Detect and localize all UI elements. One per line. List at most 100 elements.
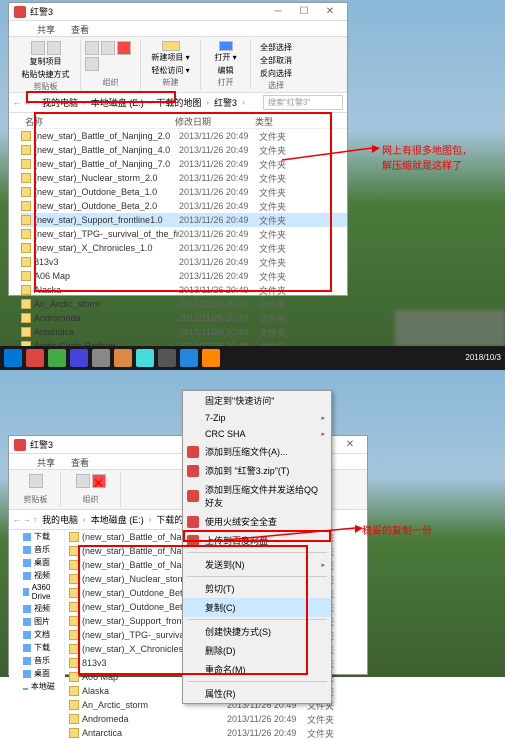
annotation-arrow-bottom	[225, 525, 365, 550]
menu-separator	[187, 619, 327, 620]
deselect-all[interactable]: 全部取消	[256, 54, 296, 67]
menu-item[interactable]: 删除(D)	[183, 641, 331, 660]
file-name: Andromeda	[34, 313, 179, 323]
file-row[interactable]: A06 Map2013/11/26 20:49文件夹	[21, 269, 347, 283]
search-input[interactable]: 搜索"红警3"	[263, 95, 343, 110]
edit-btn[interactable]: 编辑	[214, 64, 238, 77]
file-row[interactable]: Alaska2013/11/26 20:49文件夹	[21, 283, 347, 297]
file-row[interactable]: Antarctica2013/11/26 20:49文件夹	[69, 726, 367, 740]
up-icon[interactable]: ↑	[33, 98, 37, 107]
rename-icon[interactable]	[85, 57, 99, 71]
back-icon[interactable]: ←	[13, 98, 21, 107]
titlebar[interactable]: 红警3 ─ ☐ ✕	[9, 3, 347, 21]
file-row[interactable]: (new_star)_Outdone_Beta_1.02013/11/26 20…	[21, 185, 347, 199]
sidebar-item[interactable]: 音乐	[9, 543, 64, 556]
breadcrumb[interactable]: ← → ↑ 我的电脑› 本地磁盘 (E:)› 下载的地图› 红警3› 搜索"红警…	[9, 93, 347, 113]
file-row[interactable]: Antarctica2013/11/26 20:49文件夹	[21, 325, 347, 339]
menu-item[interactable]: 属性(R)	[183, 684, 331, 703]
move-icon[interactable]	[85, 41, 99, 55]
sidebar-item[interactable]: 桌面	[9, 667, 64, 680]
tb-app7[interactable]	[158, 349, 176, 367]
copy-icon[interactable]	[31, 41, 45, 55]
menu-item[interactable]: 复制(C)	[183, 598, 331, 617]
start-icon[interactable]	[4, 349, 22, 367]
menu-item[interactable]: 添加到压缩文件(A)...	[183, 442, 331, 461]
select-all[interactable]: 全部选择	[256, 41, 296, 54]
tb-app9[interactable]	[202, 349, 220, 367]
bc-folder1[interactable]: 下载的地图	[153, 95, 204, 110]
tb-app1[interactable]	[26, 349, 44, 367]
file-row[interactable]: An_Arctic_storm2013/11/26 20:49文件夹	[21, 297, 347, 311]
hdr-date[interactable]: 修改日期	[171, 113, 251, 128]
hdr-name[interactable]: 名称	[21, 113, 171, 128]
close-button[interactable]: ✕	[318, 5, 342, 19]
bc-disk[interactable]: 本地磁盘 (E:)	[88, 95, 147, 110]
menu-item[interactable]: 7-Zip	[183, 410, 331, 426]
copy-to-icon[interactable]	[101, 41, 115, 55]
close-button[interactable]: ✕	[338, 438, 362, 452]
menu-item[interactable]: 重命名(M)	[183, 660, 331, 679]
sidebar-item[interactable]: 图片	[9, 615, 64, 628]
fwd-icon[interactable]: →	[23, 98, 31, 107]
pin-icon[interactable]	[29, 474, 43, 488]
new-label: 新建	[163, 77, 179, 88]
file-row[interactable]: (new_star)_Outdone_Beta_2.02013/11/26 20…	[21, 199, 347, 213]
file-row[interactable]: 813v32013/11/26 20:49文件夹	[21, 255, 347, 269]
menu-item[interactable]: 添加到压缩文件并发送给QQ好友	[183, 480, 331, 512]
sidebar-item[interactable]: 下载	[9, 641, 64, 654]
tb-app6[interactable]	[136, 349, 154, 367]
open-btn[interactable]: 打开 ▾	[210, 51, 240, 64]
sidebar-item[interactable]: 桌面	[9, 556, 64, 569]
menu-item[interactable]: 剪切(T)	[183, 579, 331, 598]
file-row[interactable]: (new_star)_Battle_of_Nanjing_2.02013/11/…	[21, 129, 347, 143]
tab-share[interactable]: 共享	[29, 21, 63, 36]
tb-app3[interactable]	[70, 349, 88, 367]
menu-item[interactable]: 固定到"快速访问"	[183, 391, 331, 410]
menu-item[interactable]: 添加到 "红警3.zip"(T)	[183, 461, 331, 480]
paste-shortcut[interactable]: 粘贴快捷方式	[18, 68, 74, 81]
tb-app8[interactable]	[180, 349, 198, 367]
taskbar[interactable]: 2018/10/3	[0, 346, 505, 370]
properties-icon[interactable]	[219, 41, 233, 51]
hdr-type[interactable]: 类型	[251, 113, 291, 128]
copy-items[interactable]: 复制项目	[26, 55, 66, 68]
easy-access[interactable]: 轻松访问 ▾	[147, 64, 193, 77]
move-icon[interactable]	[76, 474, 90, 488]
sidebar[interactable]: 下载音乐桌面视频A360 Drive视频图片文档下载音乐桌面本地磁盘 (C:)本…	[9, 530, 65, 690]
tab-share[interactable]: 共享	[29, 454, 63, 469]
bc-pc[interactable]: 我的电脑	[39, 95, 81, 110]
new-folder-icon[interactable]	[162, 41, 180, 51]
tb-app4[interactable]	[92, 349, 110, 367]
bc-folder2[interactable]: 红警3	[211, 95, 240, 110]
file-row[interactable]: Andromeda2013/11/26 20:49文件夹	[21, 311, 347, 325]
taskbar-date[interactable]: 2018/10/3	[465, 354, 501, 362]
delete-icon[interactable]	[117, 41, 131, 55]
maximize-button[interactable]: ☐	[292, 5, 316, 19]
menu-item[interactable]: 创建快捷方式(S)	[183, 622, 331, 641]
tb-app2[interactable]	[48, 349, 66, 367]
menu-item[interactable]: CRC SHA	[183, 426, 331, 442]
paste-icon[interactable]	[47, 41, 61, 55]
menu-item[interactable]: 发送到(N)	[183, 555, 331, 574]
invert-select[interactable]: 反向选择	[256, 67, 296, 80]
tb-app5[interactable]	[114, 349, 132, 367]
tab-view[interactable]: 查看	[63, 21, 97, 36]
file-row[interactable]: (new_star)_Support_frontline1.02013/11/2…	[21, 213, 347, 227]
sidebar-item[interactable]: 视频	[9, 602, 64, 615]
sidebar-item[interactable]: 视频	[9, 569, 64, 582]
sidebar-item[interactable]: 音乐	[9, 654, 64, 667]
sidebar-item[interactable]: A360 Drive	[9, 582, 64, 602]
tab-view[interactable]: 查看	[63, 454, 97, 469]
sidebar-item[interactable]: 下载	[9, 530, 64, 543]
folder-icon	[69, 672, 79, 682]
file-row[interactable]: (new_star)_X_Chronicles_1.02013/11/26 20…	[21, 241, 347, 255]
file-row[interactable]: (new_star)_Nuclear_storm_2.02013/11/26 2…	[21, 171, 347, 185]
sidebar-item[interactable]: 本地磁盘 (C:)	[9, 680, 64, 690]
desktop-bottom: 红警3 ─ ☐ ✕ 共享 查看 剪贴板 ✕组织 ←→↑ 我的电脑› 本地磁盘 (…	[0, 370, 505, 677]
file-row[interactable]: (new_star)_TPG-_survival_of_the_fittest2…	[21, 227, 347, 241]
delete-icon[interactable]: ✕	[92, 474, 106, 488]
minimize-button[interactable]: ─	[266, 5, 290, 19]
new-item[interactable]: 新建项目 ▾	[147, 51, 193, 64]
sidebar-item[interactable]: 文档	[9, 628, 64, 641]
file-row[interactable]: Andromeda2013/11/26 20:49文件夹	[69, 712, 367, 726]
